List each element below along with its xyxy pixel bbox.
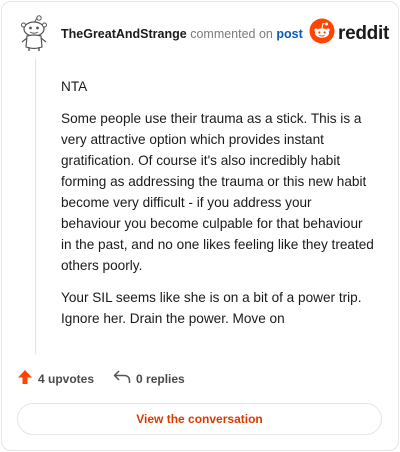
reddit-logo[interactable]: reddit	[309, 18, 389, 49]
reddit-logo-icon	[309, 18, 335, 49]
upvote-count: 4 upvotes	[38, 371, 95, 386]
reply-button[interactable]: 0 replies	[113, 369, 185, 388]
comment-paragraph: NTA	[61, 79, 88, 94]
username[interactable]: TheGreatAndStrange	[61, 27, 187, 41]
view-conversation-button[interactable]: View the conversation	[17, 403, 382, 435]
comment-paragraph: Your SIL seems like she is on a bit of a…	[61, 290, 362, 326]
thread-line	[35, 58, 36, 354]
comment-actions: 4 upvotes 0 replies	[17, 369, 204, 388]
post-link[interactable]: post	[276, 27, 302, 41]
comment-paragraph: Some people use their trauma as a stick.…	[61, 111, 374, 273]
upvote-button[interactable]: 4 upvotes	[17, 369, 94, 388]
reply-arrow-icon	[113, 369, 131, 388]
comment-body: NTA Some people use their trauma as a st…	[61, 76, 375, 340]
reddit-logo-text: reddit	[338, 22, 389, 44]
snoo-avatar-icon[interactable]	[19, 14, 49, 52]
upvote-arrow-icon	[17, 369, 33, 388]
reply-count: 0 replies	[136, 371, 185, 386]
commented-on-label: commented on	[190, 27, 273, 41]
comment-header: TheGreatAndStrange commented on post	[61, 26, 303, 42]
